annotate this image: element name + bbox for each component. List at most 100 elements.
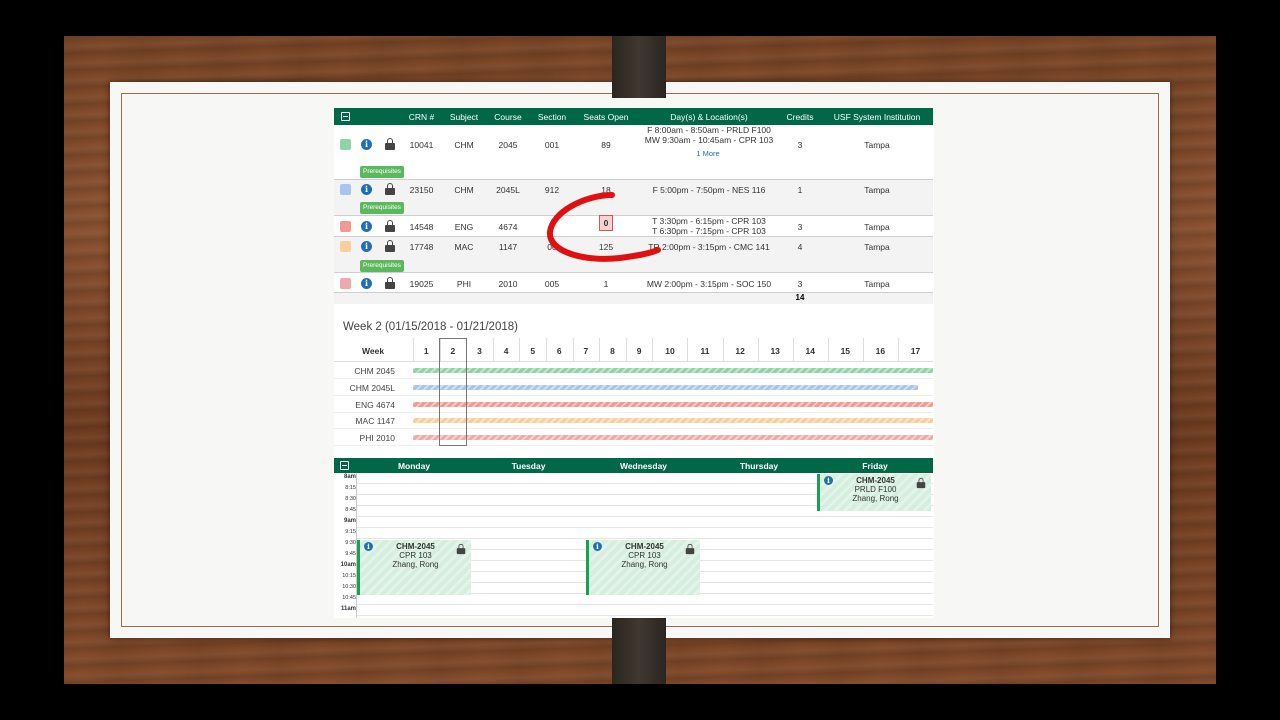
day-friday: Friday	[862, 461, 888, 471]
course-cell: 2045L	[496, 185, 520, 195]
collapse-icon[interactable]	[341, 112, 350, 121]
more-link[interactable]: 1 More	[634, 149, 782, 158]
lock-icon[interactable]	[385, 240, 395, 252]
prerequisites-badge[interactable]: Prerequisites	[360, 202, 404, 214]
info-icon[interactable]: i	[361, 139, 372, 150]
prerequisites-badge[interactable]: Prerequisites	[360, 166, 404, 178]
course-color-swatch	[340, 241, 351, 252]
calendar-event[interactable]: i CHM-2045 CPR 103 Zhang, Rong	[586, 540, 700, 595]
week-title: Week 2 (01/15/2018 - 01/21/2018)	[343, 321, 518, 333]
day-wednesday: Wednesday	[619, 461, 668, 471]
time-label: 10am	[340, 562, 356, 568]
lock-icon[interactable]	[385, 183, 395, 195]
header-days-locations[interactable]: Day(s) & Location(s)	[634, 112, 784, 122]
time-gridline	[357, 615, 933, 616]
subject-cell: MAC	[454, 242, 474, 252]
section-cell: 005	[544, 279, 560, 289]
info-icon[interactable]: i	[361, 221, 372, 232]
prerequisites-badge[interactable]: Prerequisites	[360, 260, 404, 272]
lock-icon[interactable]	[385, 277, 395, 289]
lock-icon[interactable]	[385, 220, 395, 232]
header-section[interactable]: Section	[532, 112, 572, 122]
collapse-icon[interactable]	[340, 461, 349, 470]
subject-cell: ENG	[454, 222, 474, 232]
week-number[interactable]: 10	[652, 346, 687, 356]
location-line: F 8:00am - 8:50am - PRLD F100	[647, 125, 771, 135]
event-title: CHM-2045	[396, 542, 435, 551]
timeline-bar	[413, 368, 933, 373]
location-line: T 3:30pm - 6:15pm - CPR 103	[652, 216, 766, 226]
subject-cell: PHI	[456, 279, 472, 289]
crn-cell: 17748	[409, 242, 434, 252]
event-instructor: Zhang, Rong	[621, 560, 668, 569]
week-number[interactable]: 3	[466, 346, 493, 356]
crn-cell: 23150	[409, 185, 434, 195]
calendar-header: Monday Tuesday Wednesday Thursday Friday	[334, 458, 933, 473]
timeline-course-name: ENG 4674	[355, 399, 395, 410]
table-row[interactable]: i 19025 PHI 2010 005 1 MW 2:00pm - 3:15p…	[334, 273, 933, 293]
section-cell: 001	[544, 140, 560, 150]
selected-week-highlight[interactable]	[439, 338, 467, 446]
week-number[interactable]: 14	[793, 346, 828, 356]
course-cell: 1147	[498, 242, 518, 252]
week-number[interactable]: 4	[493, 346, 520, 356]
week-number[interactable]: 16	[863, 346, 898, 356]
calendar-event[interactable]: i CHM-2045 PRLD F100 Zhang, Rong	[817, 474, 931, 511]
week-number[interactable]: 12	[723, 346, 758, 356]
table-row[interactable]: i 14548 ENG 4674 0 0 T 3:30pm - 6:15pm -…	[334, 215, 933, 237]
timeline-course-name: PHI 2010	[359, 433, 395, 444]
schedule-panel: CRN # Subject Course Section Seats Open …	[334, 108, 934, 618]
week-number[interactable]: 15	[828, 346, 863, 356]
info-icon[interactable]: i	[361, 184, 372, 195]
location-line: F 5:00pm - 7:50pm - NES 116	[652, 185, 766, 195]
header-seats[interactable]: Seats Open	[578, 112, 634, 122]
table-row[interactable]: i 23150 CHM 2045L 912 18 F 5:00pm - 7:50…	[334, 180, 933, 216]
info-icon[interactable]: i	[364, 542, 373, 551]
lock-icon[interactable]	[916, 477, 926, 489]
day-thursday: Thursday	[739, 461, 779, 471]
header-credits[interactable]: Credits	[781, 112, 819, 122]
timeline-row: CHM 2045L	[334, 379, 933, 396]
week-number[interactable]: 8	[599, 346, 626, 356]
crn-cell: 19025	[409, 279, 434, 289]
section-cell: 0	[549, 222, 555, 232]
timeline-course-name: CHM 2045	[354, 366, 395, 376]
week-number[interactable]: 6	[546, 346, 573, 356]
info-icon[interactable]: i	[824, 476, 833, 485]
header-institution[interactable]: USF System Institution	[827, 112, 927, 122]
table-row[interactable]: i 17748 MAC 1147 00 125 TR 2:00pm - 3:15…	[334, 237, 933, 273]
seats-cell: 125	[598, 242, 614, 252]
header-course[interactable]: Course	[489, 112, 527, 122]
subject-cell: CHM	[454, 140, 474, 150]
time-label: 9am	[343, 518, 356, 524]
credits-cell: 3	[797, 222, 803, 232]
lock-icon[interactable]	[385, 138, 395, 150]
institution-cell: Tampa	[864, 242, 890, 252]
time-label: 9:15	[345, 529, 356, 535]
table-row[interactable]: i 10041 CHM 2045 001 89 F 8:00am - 8:50a…	[334, 125, 933, 180]
info-icon[interactable]: i	[361, 241, 372, 252]
course-table: CRN # Subject Course Section Seats Open …	[334, 108, 933, 304]
week-number[interactable]: 11	[687, 346, 722, 356]
course-table-header: CRN # Subject Course Section Seats Open …	[334, 108, 933, 125]
header-subject[interactable]: Subject	[444, 112, 484, 122]
info-icon[interactable]: i	[361, 278, 372, 289]
week-number[interactable]: 5	[519, 346, 546, 356]
time-gridline	[357, 538, 933, 539]
seats-cell: 89	[601, 140, 611, 150]
week-number[interactable]: 17	[898, 346, 933, 356]
timeline-row: CHM 2045	[334, 362, 933, 379]
day-monday: Monday	[397, 461, 431, 471]
timeline-row: ENG 4674	[334, 396, 933, 413]
calendar-event[interactable]: i CHM-2045 CPR 103 Zhang, Rong	[357, 540, 471, 595]
lock-icon[interactable]	[456, 543, 466, 555]
header-crn[interactable]: CRN #	[404, 112, 439, 122]
week-number[interactable]: 1	[413, 346, 440, 356]
week-number[interactable]: 7	[573, 346, 600, 356]
week-number[interactable]: 13	[758, 346, 793, 356]
week-number[interactable]: 9	[626, 346, 653, 356]
lock-icon[interactable]	[685, 543, 695, 555]
timeline-course-name: MAC 1147	[355, 416, 395, 427]
event-title: CHM-2045	[856, 476, 895, 485]
info-icon[interactable]: i	[593, 542, 602, 551]
